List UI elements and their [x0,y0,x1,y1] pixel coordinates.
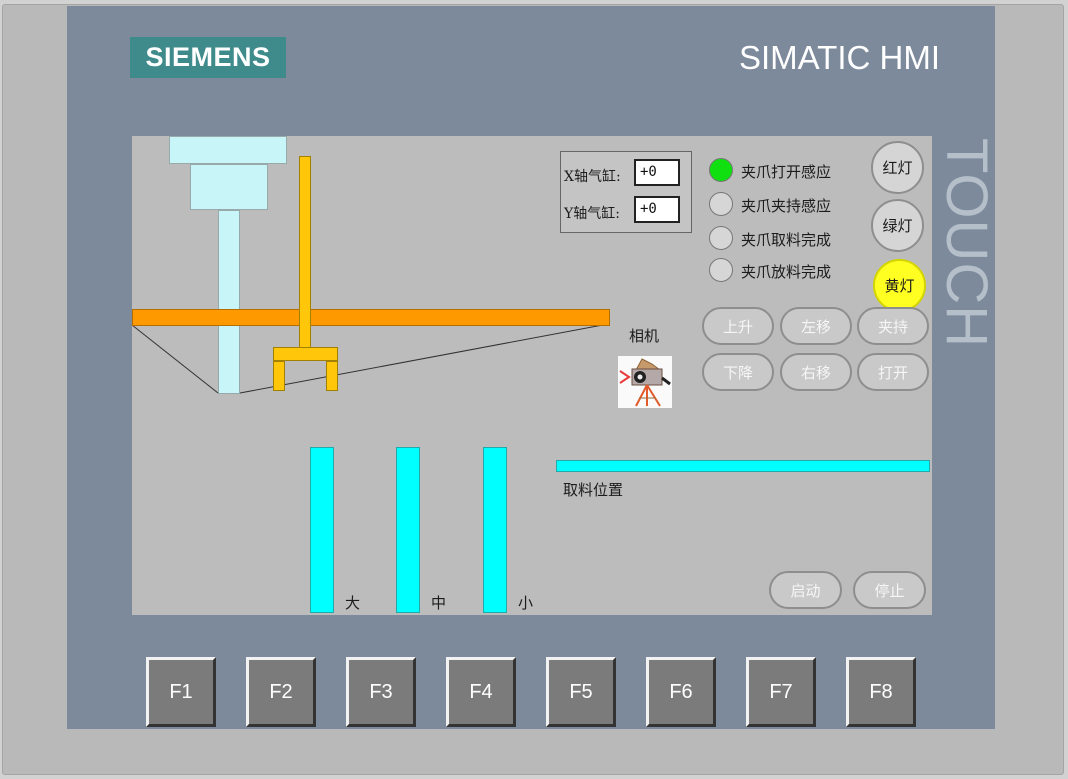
green-lamp-button[interactable]: 绿灯 [871,199,924,252]
gripper-open-sensor-indicator [709,158,733,182]
gripper-finger-right [326,361,338,391]
function-key-f3[interactable]: F3 [346,657,416,727]
gripper-clamp-sensor-label: 夹爪夹持感应 [741,197,832,215]
function-key-f7[interactable]: F7 [746,657,816,727]
model-label: SIMATIC HMI [738,39,940,76]
camera-label: 相机 [629,327,660,345]
camera-icon [618,356,672,408]
gripper-pick-done-label: 夹爪取料完成 [741,231,832,249]
function-key-f2[interactable]: F2 [246,657,316,727]
red-lamp-button[interactable]: 红灯 [871,141,924,194]
gripper-open-sensor-label: 夹爪打开感应 [741,163,832,181]
gripper-clamp-sensor-indicator [709,192,733,216]
siemens-logo: SIEMENS [130,37,286,78]
move-down-button[interactable]: 下降 [702,353,774,391]
function-key-f8[interactable]: F8 [846,657,916,727]
support-line-left [132,324,219,394]
yellow-lamp-button[interactable]: 黄灯 [873,259,926,312]
gripper-finger-left [273,361,285,391]
y-cylinder-label: Y轴气缸: [564,206,620,222]
stop-button[interactable]: 停止 [853,571,926,609]
y-cylinder-field[interactable]: +0 [634,196,680,223]
gripper-place-done-indicator [709,258,733,282]
bin-small [483,447,507,613]
touch-label: TOUCH [934,138,999,349]
function-key-f5[interactable]: F5 [546,657,616,727]
bin-large [310,447,334,613]
pick-position-label: 取料位置 [563,481,624,499]
horizontal-beam [132,309,610,326]
hmi-screen: X轴气缸: +0 Y轴气缸: +0 夹爪打开感应 夹爪夹持感应 夹爪取料完成 夹… [132,136,932,615]
gripper-head [273,347,338,361]
function-key-f4[interactable]: F4 [446,657,516,727]
open-gripper-button[interactable]: 打开 [857,353,929,391]
gripper-vertical-arm [299,156,311,348]
function-key-f6[interactable]: F6 [646,657,716,727]
gripper-place-done-label: 夹爪放料完成 [741,263,832,281]
bin-medium [396,447,420,613]
move-left-button[interactable]: 左移 [780,307,852,345]
x-cylinder-label: X轴气缸: [564,169,621,185]
x-cylinder-field[interactable]: +0 [634,159,680,186]
start-button[interactable]: 启动 [769,571,842,609]
bin-large-label: 大 [345,594,361,612]
pick-position-conveyor [556,460,930,472]
clamp-button[interactable]: 夹持 [857,307,929,345]
gripper-pick-done-indicator [709,226,733,250]
cylinder-io-panel: X轴气缸: +0 Y轴气缸: +0 [560,151,692,233]
bin-small-label: 小 [518,594,534,612]
function-key-f1[interactable]: F1 [146,657,216,727]
move-up-button[interactable]: 上升 [702,307,774,345]
move-right-button[interactable]: 右移 [780,353,852,391]
bin-medium-label: 中 [431,594,447,612]
